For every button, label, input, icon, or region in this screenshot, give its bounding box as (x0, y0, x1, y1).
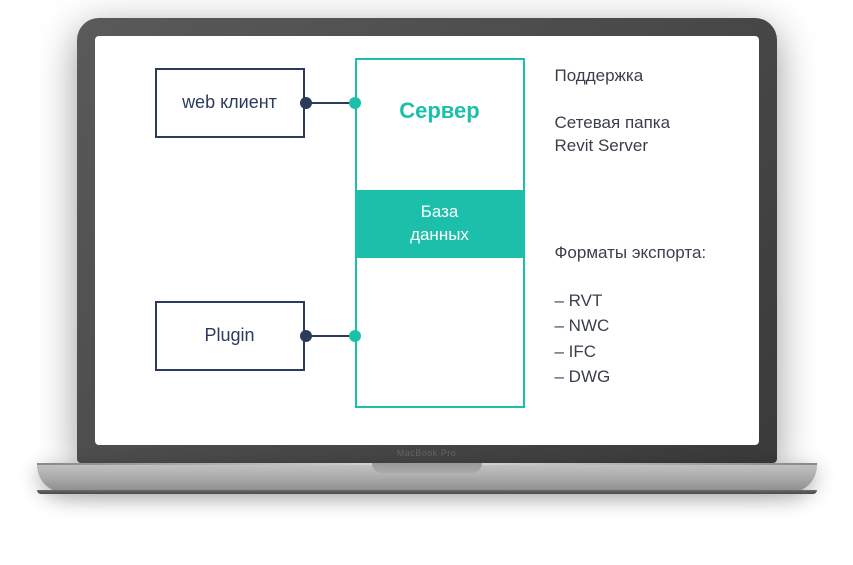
server-title: Сервер (357, 98, 523, 124)
support-item: Сетевая папка (555, 111, 671, 135)
connector-plugin-server (305, 335, 355, 337)
laptop-base (37, 463, 817, 493)
export-heading: Форматы экспорта: (555, 241, 707, 265)
connector-dot-icon (349, 97, 361, 109)
export-item: – RVT (555, 288, 611, 314)
laptop-bezel: web клиент Plugin Сервер База данных (77, 18, 777, 463)
plugin-label: Plugin (204, 325, 254, 346)
plugin-box: Plugin (155, 301, 305, 371)
web-client-box: web клиент (155, 68, 305, 138)
connector-dot-icon (349, 330, 361, 342)
export-format-list: – RVT – NWC – IFC – DWG (555, 288, 611, 390)
server-box: Сервер База данных (355, 58, 525, 408)
database-box: База данных (355, 190, 525, 258)
laptop-notch (372, 463, 482, 473)
web-client-label: web клиент (182, 92, 277, 113)
export-item: – NWC (555, 313, 611, 339)
connector-dot-icon (300, 330, 312, 342)
export-item: – IFC (555, 339, 611, 365)
architecture-diagram: web клиент Plugin Сервер База данных (95, 36, 759, 445)
export-item: – DWG (555, 364, 611, 390)
laptop-feet (37, 490, 817, 494)
database-label: База данных (410, 201, 469, 245)
laptop-mockup: web клиент Plugin Сервер База данных (37, 18, 817, 548)
laptop-display: web клиент Plugin Сервер База данных (95, 36, 759, 445)
support-heading: Поддержка (555, 64, 644, 88)
connector-web-server (305, 102, 355, 104)
laptop-brand-label: MacBook Pro (397, 448, 457, 458)
support-list: Сетевая папка Revit Server (555, 111, 671, 159)
connector-dot-icon (300, 97, 312, 109)
support-item: Revit Server (555, 134, 671, 158)
